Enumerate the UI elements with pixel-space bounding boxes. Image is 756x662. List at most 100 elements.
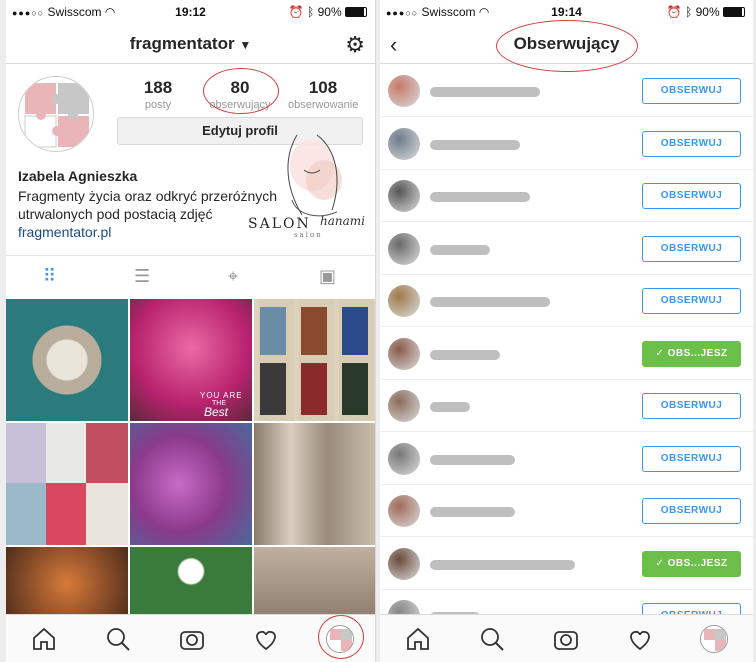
follow-button[interactable]: OBSERWUJ: [642, 393, 741, 419]
follower-avatar[interactable]: [388, 337, 420, 370]
profile-name: Izabela Agnieszka: [18, 168, 138, 184]
follower-avatar[interactable]: [388, 232, 420, 265]
username-switcher[interactable]: fragmentator ▼: [6, 34, 375, 54]
follower-username-redacted[interactable]: [430, 297, 550, 307]
follow-button[interactable]: OBSERWUJ: [642, 235, 741, 262]
gear-icon[interactable]: ⚙: [345, 32, 365, 58]
check-icon: ✓: [655, 347, 668, 359]
bluetooth-icon: ᛒ: [685, 5, 693, 19]
list-view-icon[interactable]: ☰: [134, 266, 150, 287]
follower-avatar[interactable]: [388, 127, 420, 160]
follow-button[interactable]: OBSERWUJ: [642, 498, 741, 524]
follow-button-label: OBSERWUJ: [660, 295, 723, 306]
photo-doors[interactable]: [254, 299, 375, 421]
photo-arena[interactable]: [254, 423, 375, 545]
follower-row[interactable]: OBSERWUJ: [380, 65, 753, 117]
profile-link[interactable]: fragmentator.pl: [18, 224, 111, 240]
follower-row[interactable]: OBSERWUJ: [380, 433, 753, 485]
battery-percent: 90%: [695, 5, 720, 19]
follower-username-redacted[interactable]: [430, 507, 515, 517]
following-button[interactable]: ✓ OBS...JESZ: [642, 340, 741, 367]
camera-icon[interactable]: [552, 625, 580, 653]
follower-avatar[interactable]: [388, 442, 420, 475]
photo-door-knocker[interactable]: [6, 299, 128, 421]
follower-username-redacted[interactable]: [430, 192, 530, 202]
follower-avatar[interactable]: [388, 390, 420, 422]
heart-icon[interactable]: [626, 625, 654, 653]
camera-icon[interactable]: [178, 625, 206, 653]
status-bar: ●●●○○ Swisscom ◠ 19:12 ⏰ ᛒ 90%: [6, 0, 375, 24]
stat-following[interactable]: 108 obserwowanie: [288, 78, 358, 111]
follow-button[interactable]: OBSERWUJ: [642, 78, 741, 104]
follower-row[interactable]: OBSERWUJ: [380, 380, 753, 432]
follow-button-label: OBSERWUJ: [660, 400, 723, 411]
search-icon[interactable]: [478, 625, 506, 653]
profile-avatar[interactable]: [18, 76, 94, 152]
follower-username-redacted[interactable]: [430, 402, 470, 412]
following-button[interactable]: ✓ OBS...JESZ: [642, 550, 741, 577]
follower-row[interactable]: ✓ OBS...JESZ: [380, 538, 753, 590]
grid-view-icon[interactable]: ⠿: [43, 266, 56, 287]
follower-username-redacted[interactable]: [430, 559, 575, 570]
bluetooth-icon: ᛒ: [307, 5, 315, 19]
follow-button[interactable]: OBSERWUJ: [642, 288, 741, 314]
follower-username-redacted[interactable]: [430, 244, 490, 255]
follow-button-label: OBSERWUJ: [660, 242, 723, 254]
follow-button-label: OBSERWUJ: [660, 85, 723, 96]
following-count: 108: [308, 78, 338, 97]
follower-row[interactable]: OBSERWUJ: [380, 118, 753, 170]
follower-username-redacted[interactable]: [430, 87, 540, 97]
followers-screen: ●●●○○ Swisscom ◠ 19:14 ⏰ ᛒ 90% ‹ Obserwu…: [380, 0, 753, 662]
follower-avatar[interactable]: [388, 75, 420, 107]
watermark-word-small: salon: [294, 231, 323, 239]
follow-button[interactable]: OBSERWUJ: [642, 130, 741, 157]
follower-username-redacted[interactable]: [430, 349, 500, 360]
followers-highlight-circle: [203, 68, 279, 114]
photo-handles[interactable]: [6, 423, 128, 545]
profile-header: fragmentator ▼ ⚙: [6, 24, 375, 64]
profile-screen: ●●●○○ Swisscom ◠ 19:12 ⏰ ᛒ 90% fragmenta…: [6, 0, 376, 662]
follow-button-label: OBS...JESZ: [667, 347, 728, 359]
follower-row[interactable]: OBSERWUJ: [380, 485, 753, 537]
profile-avatar-tab-icon[interactable]: [700, 625, 728, 653]
alarm-icon: ⏰: [288, 5, 304, 19]
follower-username-redacted[interactable]: [430, 454, 515, 465]
photo-peony[interactable]: YOU ARE THE Best: [130, 299, 252, 421]
follower-avatar[interactable]: [388, 547, 420, 580]
follower-avatar[interactable]: [388, 285, 420, 317]
check-icon: ✓: [655, 557, 668, 569]
puzzle-avatar-icon: [19, 77, 93, 151]
follower-username-redacted[interactable]: [430, 139, 520, 150]
watermark-word-hanami: hanami: [320, 214, 365, 228]
profile-tab-highlight-circle: [318, 615, 364, 659]
battery-percent: 90%: [317, 5, 342, 19]
home-icon[interactable]: [30, 625, 58, 653]
follower-avatar[interactable]: [388, 495, 420, 527]
tagged-photos-icon[interactable]: ▣: [319, 266, 336, 287]
battery-icon: [345, 7, 367, 17]
watermark-word-salon: SALON: [248, 216, 311, 232]
home-icon[interactable]: [404, 625, 432, 653]
follower-avatar[interactable]: [388, 180, 420, 212]
photo-overlay-line-3: Best: [204, 405, 229, 419]
follow-button[interactable]: OBSERWUJ: [642, 445, 741, 472]
follow-button-label: OBSERWUJ: [660, 190, 723, 201]
stat-posts[interactable]: 188 posty: [123, 78, 193, 111]
follow-button-label: OBSERWUJ: [660, 137, 723, 149]
location-pin-icon[interactable]: ⌖: [228, 266, 238, 287]
following-label: obserwowanie: [288, 99, 359, 111]
posts-label: posty: [144, 99, 172, 111]
follower-row[interactable]: ✓ OBS...JESZ: [380, 328, 753, 380]
photo-overlay-line-1: YOU ARE: [200, 391, 243, 400]
search-icon[interactable]: [104, 625, 132, 653]
photo-flowers[interactable]: [130, 423, 252, 545]
follower-row[interactable]: OBSERWUJ: [380, 223, 753, 275]
battery-icon: [723, 7, 745, 17]
bottom-nav: [380, 614, 753, 662]
heart-icon[interactable]: [252, 625, 280, 653]
follow-button-label: OBSERWUJ: [660, 452, 723, 464]
posts-count: 188: [143, 78, 173, 97]
follower-row[interactable]: OBSERWUJ: [380, 275, 753, 327]
follower-row[interactable]: OBSERWUJ: [380, 170, 753, 222]
follow-button[interactable]: OBSERWUJ: [642, 183, 741, 209]
